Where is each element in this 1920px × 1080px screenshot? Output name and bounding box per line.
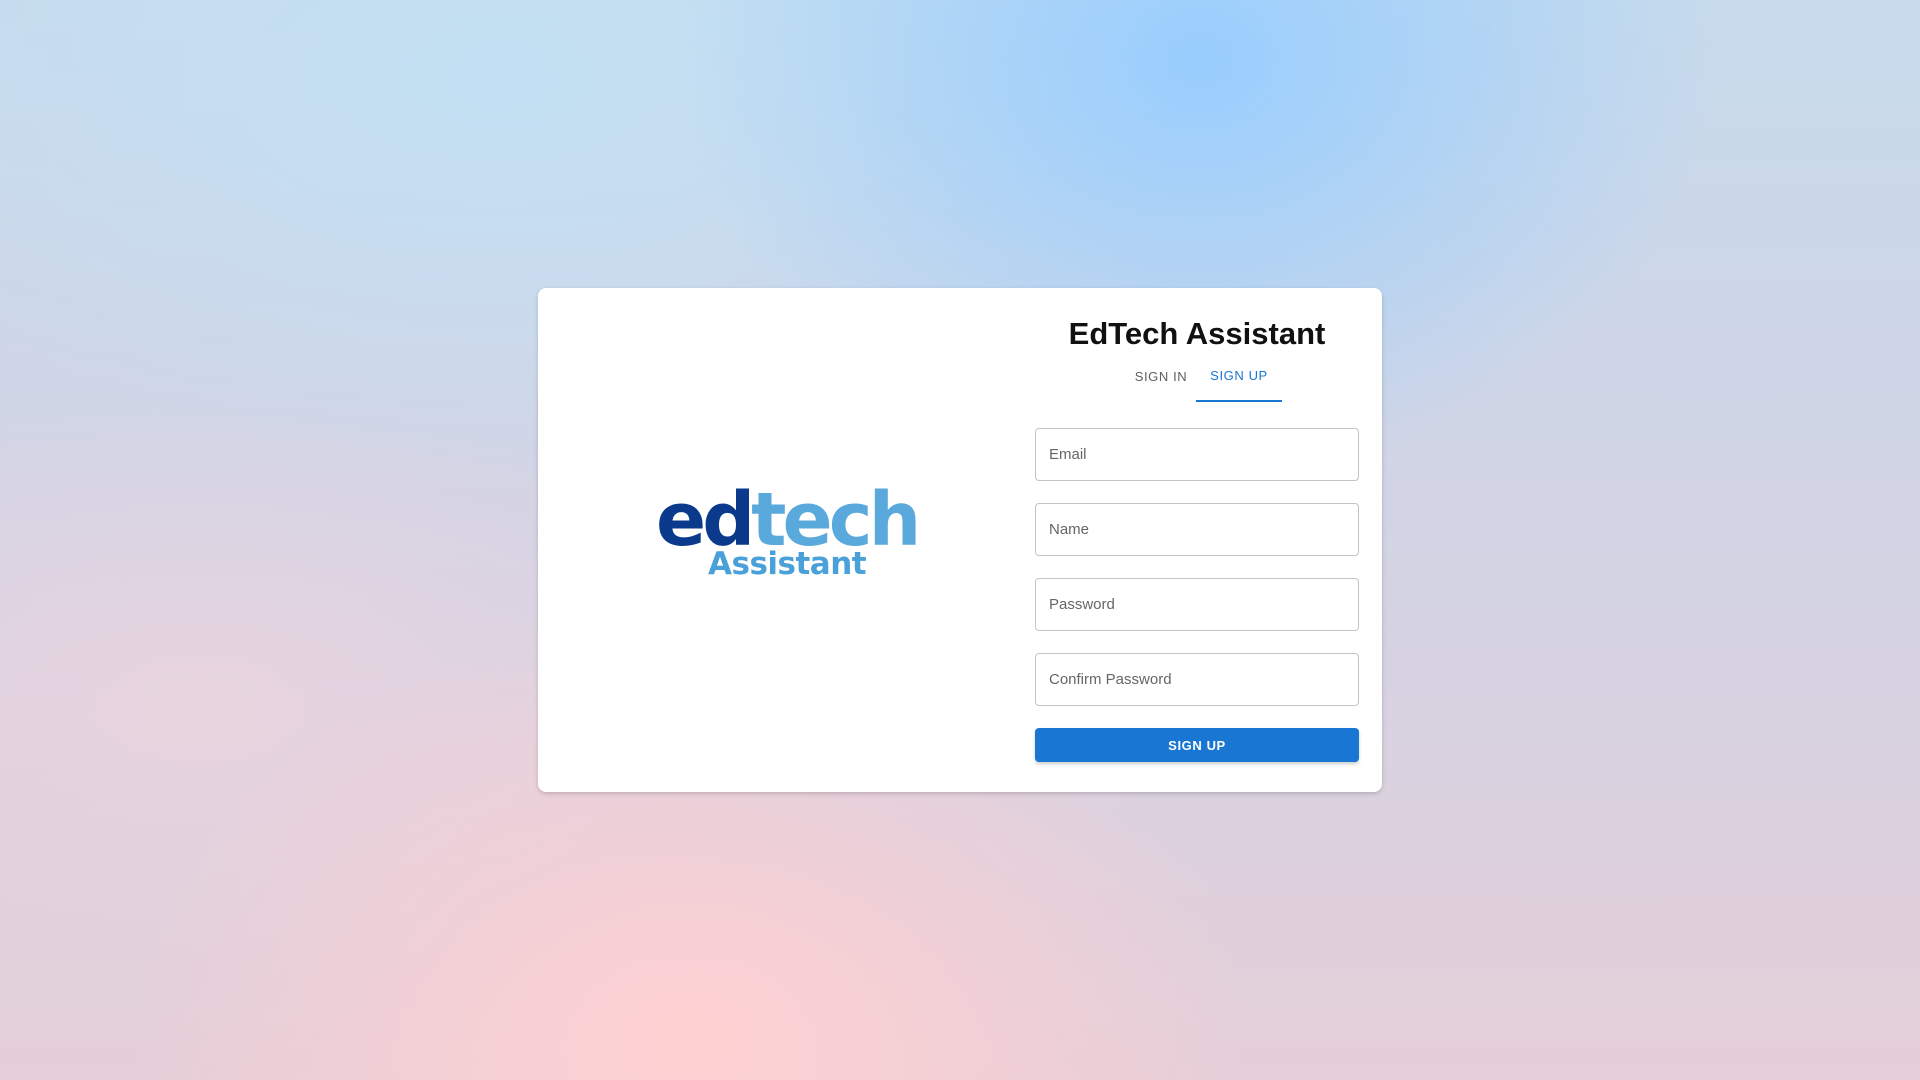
name-field <box>1035 503 1359 556</box>
sign-up-button[interactable]: SIGN UP <box>1035 728 1359 762</box>
email-input[interactable] <box>1036 429 1358 480</box>
tab-sign-in[interactable]: SIGN IN <box>1119 350 1203 402</box>
email-field <box>1035 428 1359 481</box>
password-field <box>1035 578 1359 631</box>
name-input[interactable] <box>1036 504 1358 555</box>
confirm-password-field <box>1035 653 1359 706</box>
page-title: EdTech Assistant <box>1068 316 1326 351</box>
confirm-password-input[interactable] <box>1036 654 1358 705</box>
auth-tabs: SIGN IN SIGN UP <box>1035 350 1359 402</box>
password-input[interactable] <box>1036 579 1358 630</box>
auth-panel: EdTech Assistant SIGN IN SIGN UP SIGN UP <box>1035 288 1359 792</box>
tab-sign-up[interactable]: SIGN UP <box>1196 350 1282 402</box>
logo-subtitle: Assistant <box>708 546 867 582</box>
auth-card: edtech Assistant EdTech Assistant SIGN I… <box>538 288 1382 792</box>
edtech-logo: edtech Assistant <box>656 483 921 584</box>
